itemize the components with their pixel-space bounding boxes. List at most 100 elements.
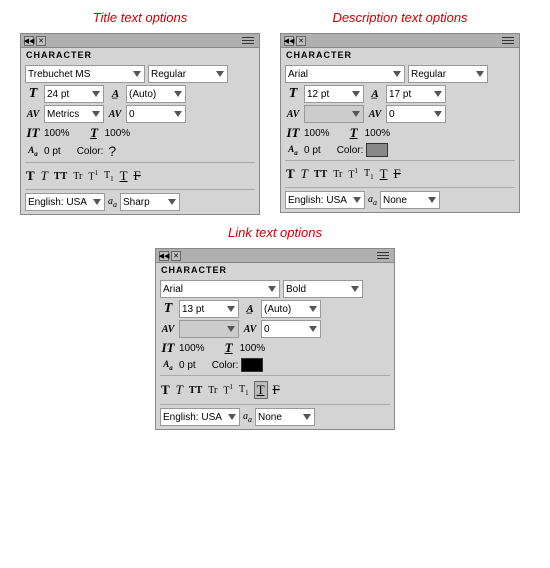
- link-leading-icon: A̲: [242, 303, 258, 315]
- link-tracking-icon: AV: [242, 324, 258, 335]
- description-section: Description text options ◀◀ ✕ CHARACTER: [280, 10, 520, 215]
- link-baseline-val: 0 pt: [179, 360, 196, 371]
- link-lang-row: English: USA aa None Sharp: [160, 408, 390, 426]
- desc-lang-row: English: USA aa None Sharp: [285, 191, 515, 209]
- desc-divider-2: [285, 187, 515, 188]
- link-color-swatch[interactable]: [241, 358, 263, 372]
- desc-scale-v-icon: IT: [285, 125, 301, 141]
- title-aa-label: aa: [108, 196, 117, 209]
- type-btn-italic[interactable]: T: [40, 168, 49, 184]
- title-close-btn[interactable]: ✕: [36, 36, 46, 46]
- link-leading-select[interactable]: (Auto): [261, 300, 321, 318]
- link-collapse-btn[interactable]: ◀◀: [159, 251, 169, 261]
- desc-type-btn-tr[interactable]: Tr: [332, 169, 343, 180]
- title-baseline-val: 0 pt: [44, 146, 61, 157]
- divider-1: [25, 162, 255, 163]
- desc-type-btn-bold[interactable]: T: [285, 166, 296, 182]
- link-aa-select[interactable]: None Sharp: [255, 408, 315, 426]
- link-type-btn-strikethrough[interactable]: F: [272, 382, 281, 398]
- desc-baseline-row: Aa 0 pt Color:: [285, 143, 515, 157]
- desc-scale-row: IT 100% T 100%: [285, 125, 515, 141]
- link-style-select[interactable]: Bold: [283, 280, 363, 298]
- type-btn-tr[interactable]: Tr: [72, 171, 83, 182]
- link-type-btn-underline[interactable]: T: [254, 381, 268, 399]
- title-menu-icon[interactable]: [242, 36, 256, 46]
- desc-scale-v-val: 100%: [304, 128, 330, 139]
- link-font-size-icon: T: [160, 301, 176, 317]
- title-panel-header: CHARACTER: [21, 48, 259, 62]
- desc-type-btn-strikethrough[interactable]: F: [393, 166, 402, 182]
- title-leading-select[interactable]: (Auto): [126, 85, 186, 103]
- link-type-btn-italic[interactable]: T: [175, 382, 184, 398]
- title-collapse-btn[interactable]: ◀◀: [24, 36, 34, 46]
- title-aa-select[interactable]: Sharp None Crisp Strong Smooth: [120, 193, 180, 211]
- desc-baseline-icon: Aa: [285, 144, 301, 157]
- link-controls: ◀◀ ✕: [159, 251, 181, 261]
- desc-type-btn-italic[interactable]: T: [300, 166, 309, 182]
- link-type-btn-tsup[interactable]: T1: [222, 383, 234, 396]
- title-size-select[interactable]: 24 pt: [44, 85, 104, 103]
- title-kerning-select[interactable]: Metrics: [44, 105, 104, 123]
- title-lang-select[interactable]: English: USA: [25, 193, 105, 211]
- desc-type-btn-tsub[interactable]: T1: [363, 168, 375, 181]
- link-size-select[interactable]: 13 pt: [179, 300, 239, 318]
- font-size-icon: T: [25, 86, 41, 102]
- link-lang-select[interactable]: English: USA: [160, 408, 240, 426]
- title-font-select[interactable]: Trebuchet MS: [25, 65, 145, 83]
- link-type-btn-bold[interactable]: T: [160, 382, 171, 398]
- title-size-row: T 24 pt A̲ (Auto): [25, 85, 255, 103]
- title-scale-row: IT 100% T 100%: [25, 125, 255, 141]
- link-baseline-icon: Aa: [160, 359, 176, 372]
- type-btn-tsub[interactable]: T1: [103, 170, 115, 183]
- link-close-btn[interactable]: ✕: [171, 251, 181, 261]
- desc-kerning-row: AV AV 0: [285, 105, 515, 123]
- title-style-select[interactable]: Regular: [148, 65, 228, 83]
- link-menu-icon[interactable]: [377, 251, 391, 261]
- desc-style-select[interactable]: Regular: [408, 65, 488, 83]
- desc-font-select[interactable]: Arial: [285, 65, 405, 83]
- link-kerning-select[interactable]: [179, 320, 239, 338]
- desc-tracking-select[interactable]: 0: [386, 105, 446, 123]
- link-divider-1: [160, 375, 390, 376]
- desc-size-select[interactable]: 12 pt: [304, 85, 364, 103]
- desc-aa-select[interactable]: None Sharp: [380, 191, 440, 209]
- type-btn-strikethrough[interactable]: F: [133, 168, 142, 184]
- scale-h-icon: T: [86, 125, 102, 141]
- desc-scale-h-val: 100%: [365, 128, 391, 139]
- desc-leading-icon: A̲: [367, 88, 383, 100]
- type-btn-bold[interactable]: T: [25, 168, 36, 184]
- link-tracking-select[interactable]: 0: [261, 320, 321, 338]
- link-type-btn-tsub[interactable]: T1: [238, 384, 250, 397]
- description-section-label: Description text options: [332, 10, 467, 25]
- title-color-swatch[interactable]: ?: [106, 143, 118, 159]
- desc-leading-select[interactable]: 17 pt: [386, 85, 446, 103]
- kerning-icon: AV: [25, 109, 41, 120]
- title-baseline-row: Aa 0 pt Color: ?: [25, 143, 255, 159]
- link-titlebar: ◀◀ ✕: [156, 249, 394, 263]
- link-aa-label: aa: [243, 411, 252, 424]
- type-btn-tsup[interactable]: T1: [87, 169, 99, 182]
- title-tracking-select[interactable]: 0: [126, 105, 186, 123]
- link-type-btn-tr[interactable]: Tr: [207, 385, 218, 396]
- desc-close-btn[interactable]: ✕: [296, 36, 306, 46]
- type-btn-tt[interactable]: TT: [53, 171, 68, 182]
- type-btn-underline[interactable]: T: [119, 168, 129, 184]
- desc-type-btn-underline[interactable]: T: [379, 166, 389, 182]
- desc-type-btn-tsup[interactable]: T1: [347, 167, 359, 180]
- title-font-row: Trebuchet MS Regular: [25, 65, 255, 83]
- link-font-select[interactable]: Arial: [160, 280, 280, 298]
- desc-type-btn-tt[interactable]: TT: [313, 169, 328, 180]
- title-panel-body: Trebuchet MS Regular T 24 pt A̲: [21, 62, 259, 214]
- desc-kerning-icon: AV: [285, 109, 301, 120]
- link-type-btn-tt[interactable]: TT: [188, 385, 203, 396]
- desc-panel-body: Arial Regular T 12 pt A̲: [281, 62, 519, 212]
- desc-lang-select[interactable]: English: USA: [285, 191, 365, 209]
- title-titlebar: ◀◀ ✕: [21, 34, 259, 48]
- desc-collapse-btn[interactable]: ◀◀: [284, 36, 294, 46]
- desc-size-row: T 12 pt A̲ 17 pt: [285, 85, 515, 103]
- link-char-panel: ◀◀ ✕ CHARACTER Arial Bold: [155, 248, 395, 430]
- desc-kerning-select[interactable]: [304, 105, 364, 123]
- desc-color-swatch[interactable]: [366, 143, 388, 157]
- desc-menu-icon[interactable]: [502, 36, 516, 46]
- link-panel-body: Arial Bold T 13 pt A̲ (: [156, 277, 394, 429]
